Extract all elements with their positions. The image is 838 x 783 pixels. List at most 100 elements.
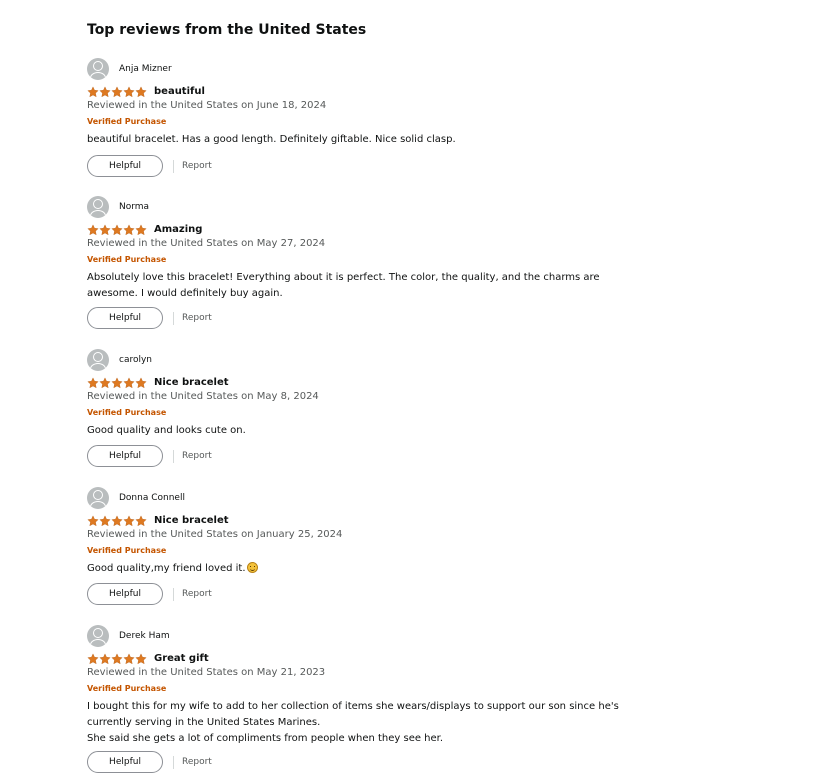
star-icon xyxy=(123,376,135,388)
star-icon xyxy=(87,85,99,97)
default-profile-avatar-icon xyxy=(87,625,109,647)
verified-purchase-badge[interactable]: Verified Purchase xyxy=(87,117,166,126)
review-body-line: beautiful bracelet. Has a good length. D… xyxy=(87,132,597,148)
default-profile-avatar-icon xyxy=(87,349,109,371)
smiling-face-emoji-icon xyxy=(246,562,258,573)
review-body-line: awesome. I would definitely buy again. xyxy=(87,286,597,302)
star-icon xyxy=(111,514,123,526)
review-actions: Helpful Report xyxy=(87,445,212,467)
report-link[interactable]: Report xyxy=(182,451,212,461)
rating-row: Nice bracelet xyxy=(87,376,229,389)
star-rating[interactable] xyxy=(87,652,147,665)
star-icon xyxy=(135,223,147,235)
report-link[interactable]: Report xyxy=(182,161,212,171)
reviewer-name[interactable]: Anja Mizner xyxy=(119,64,172,74)
review-body-line: Good quality,my friend loved it. xyxy=(87,561,597,577)
action-divider xyxy=(173,449,174,463)
star-icon xyxy=(123,514,135,526)
review-body-text: She said she gets a lot of compliments f… xyxy=(87,733,444,744)
avatar-shoulders-shape xyxy=(90,639,106,647)
review-body-text: Absolutely love this bracelet! Everythin… xyxy=(87,272,600,283)
star-icon xyxy=(135,514,147,526)
star-icon xyxy=(87,652,99,664)
review-title[interactable]: Nice bracelet xyxy=(154,515,229,526)
reviewer-profile[interactable]: carolyn xyxy=(87,349,152,371)
star-icon xyxy=(111,85,123,97)
review-date: Reviewed in the United States on January… xyxy=(87,529,343,540)
rating-row: Amazing xyxy=(87,223,202,236)
review-actions: Helpful Report xyxy=(87,583,212,605)
report-link[interactable]: Report xyxy=(182,757,212,767)
avatar-head-shape xyxy=(93,628,103,638)
review-date: Reviewed in the United States on May 27,… xyxy=(87,238,326,249)
helpful-button[interactable]: Helpful xyxy=(87,155,163,177)
reviewer-profile[interactable]: Norma xyxy=(87,196,149,218)
review-body-text: awesome. I would definitely buy again. xyxy=(87,288,283,299)
action-divider xyxy=(173,159,174,173)
reviewer-profile[interactable]: Derek Ham xyxy=(87,625,170,647)
helpful-button[interactable]: Helpful xyxy=(87,583,163,605)
avatar-head-shape xyxy=(93,490,103,500)
star-icon xyxy=(123,85,135,97)
verified-purchase-badge[interactable]: Verified Purchase xyxy=(87,684,166,693)
star-icon xyxy=(99,514,111,526)
rating-row: beautiful xyxy=(87,85,205,98)
report-link[interactable]: Report xyxy=(182,313,212,323)
star-rating[interactable] xyxy=(87,85,147,98)
star-icon xyxy=(87,223,99,235)
star-rating[interactable] xyxy=(87,376,147,389)
review-body: I bought this for my wife to add to her … xyxy=(87,699,619,747)
review-date: Reviewed in the United States on May 8, … xyxy=(87,391,319,402)
star-icon xyxy=(87,376,99,388)
review-body-text: beautiful bracelet. Has a good length. D… xyxy=(87,134,456,145)
reviewer-name[interactable]: Derek Ham xyxy=(119,631,170,641)
star-icon xyxy=(111,652,123,664)
star-rating[interactable] xyxy=(87,223,147,236)
reviewer-profile[interactable]: Anja Mizner xyxy=(87,58,172,80)
avatar-head-shape xyxy=(93,199,103,209)
reviewer-name[interactable]: carolyn xyxy=(119,355,152,365)
star-icon xyxy=(123,652,135,664)
review-body: Good quality,my friend loved it. xyxy=(87,561,597,577)
star-rating[interactable] xyxy=(87,514,147,527)
action-divider xyxy=(173,311,174,325)
star-icon xyxy=(135,376,147,388)
helpful-button[interactable]: Helpful xyxy=(87,307,163,329)
avatar-shoulders-shape xyxy=(90,210,106,218)
report-link[interactable]: Report xyxy=(182,589,212,599)
verified-purchase-badge[interactable]: Verified Purchase xyxy=(87,408,166,417)
review-body-text: Good quality and looks cute on. xyxy=(87,425,246,436)
review-title[interactable]: Great gift xyxy=(154,653,209,664)
review-actions: Helpful Report xyxy=(87,751,212,773)
star-icon xyxy=(111,376,123,388)
helpful-button[interactable]: Helpful xyxy=(87,751,163,773)
review-body: beautiful bracelet. Has a good length. D… xyxy=(87,132,597,148)
star-icon xyxy=(99,223,111,235)
review-body-text: currently serving in the United States M… xyxy=(87,717,321,728)
verified-purchase-badge[interactable]: Verified Purchase xyxy=(87,255,166,264)
star-icon xyxy=(135,85,147,97)
star-icon xyxy=(99,376,111,388)
review-title[interactable]: Nice bracelet xyxy=(154,377,229,388)
star-icon xyxy=(123,223,135,235)
verified-purchase-badge[interactable]: Verified Purchase xyxy=(87,546,166,555)
star-icon xyxy=(99,85,111,97)
review-body-line: Absolutely love this bracelet! Everythin… xyxy=(87,270,600,286)
review-title[interactable]: Amazing xyxy=(154,224,202,235)
review-title[interactable]: beautiful xyxy=(154,86,205,97)
avatar-head-shape xyxy=(93,352,103,362)
reviewer-name[interactable]: Norma xyxy=(119,202,149,212)
review-body-text: Good quality,my friend loved it. xyxy=(87,563,246,574)
default-profile-avatar-icon xyxy=(87,196,109,218)
helpful-button[interactable]: Helpful xyxy=(87,445,163,467)
avatar-shoulders-shape xyxy=(90,72,106,80)
rating-row: Nice bracelet xyxy=(87,514,229,527)
avatar-shoulders-shape xyxy=(90,501,106,509)
star-icon xyxy=(135,652,147,664)
review-body: Absolutely love this bracelet! Everythin… xyxy=(87,270,600,302)
reviewer-profile[interactable]: Donna Connell xyxy=(87,487,185,509)
star-icon xyxy=(111,223,123,235)
reviewer-name[interactable]: Donna Connell xyxy=(119,493,185,503)
review-date: Reviewed in the United States on May 21,… xyxy=(87,667,326,678)
review-body-line: currently serving in the United States M… xyxy=(87,715,597,731)
